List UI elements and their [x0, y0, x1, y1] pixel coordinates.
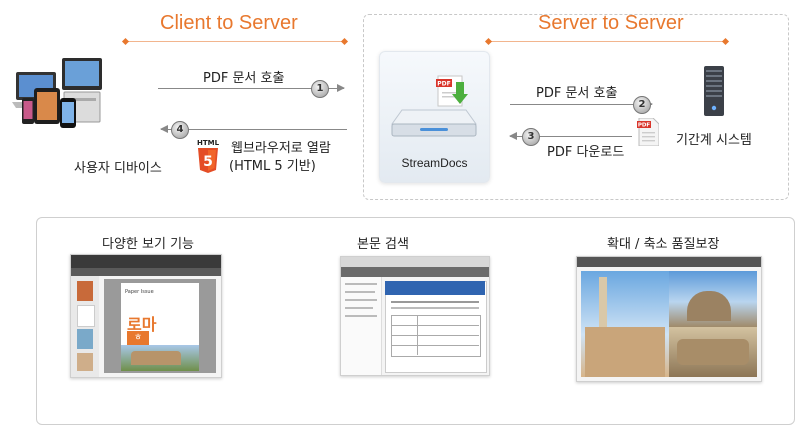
thumb-small-text: ㅎ [127, 331, 149, 345]
streamdocs-server-icon: PDF [391, 75, 477, 137]
step2-badge: 2 [633, 96, 651, 114]
feature-thumb-search [340, 256, 490, 376]
step2-label: PDF 문서 호출 [536, 86, 618, 101]
streamdocs-label: StreamDocs [401, 156, 468, 170]
step4-badge: 4 [171, 121, 189, 139]
pdf-document-text: PDF [638, 123, 651, 129]
client-to-server-title: Client to Server [160, 12, 298, 34]
html5-text: HTML [197, 139, 220, 147]
client-to-server-divider [125, 41, 345, 42]
thumb-heading: Paper Issue [125, 289, 154, 295]
feature-title-search: 본문 검색 [357, 237, 409, 252]
pdf-document-icon: PDF [637, 117, 660, 147]
core-system-label: 기간계 시스템 [676, 133, 752, 148]
step4-label-line2: (HTML 5 기반) [229, 159, 316, 174]
svg-text:5: 5 [203, 154, 213, 170]
step2-arrow [510, 100, 653, 108]
step3-label: PDF 다운로드 [547, 145, 625, 160]
html5-icon: HTML 5 [196, 138, 220, 174]
user-devices-icon [12, 58, 108, 138]
step1-badge: 1 [311, 80, 329, 98]
streamdocs-card: PDF StreamDocs [379, 51, 490, 183]
feature-thumb-views: Paper Issue 로마 ㅎ [70, 254, 222, 378]
step1-label: PDF 문서 호출 [203, 71, 285, 86]
step4-label-line1: 웹브라우저로 열람 [231, 141, 331, 156]
feature-title-views: 다양한 보기 기능 [102, 237, 194, 252]
step3-badge: 3 [522, 128, 540, 146]
server-tower-icon [702, 66, 726, 118]
user-devices-label: 사용자 디바이스 [74, 161, 162, 176]
streamdocs-pdf-text: PDF [437, 81, 450, 88]
feature-title-zoom: 확대 / 축소 품질보장 [607, 237, 720, 252]
feature-thumb-zoom [576, 256, 762, 382]
